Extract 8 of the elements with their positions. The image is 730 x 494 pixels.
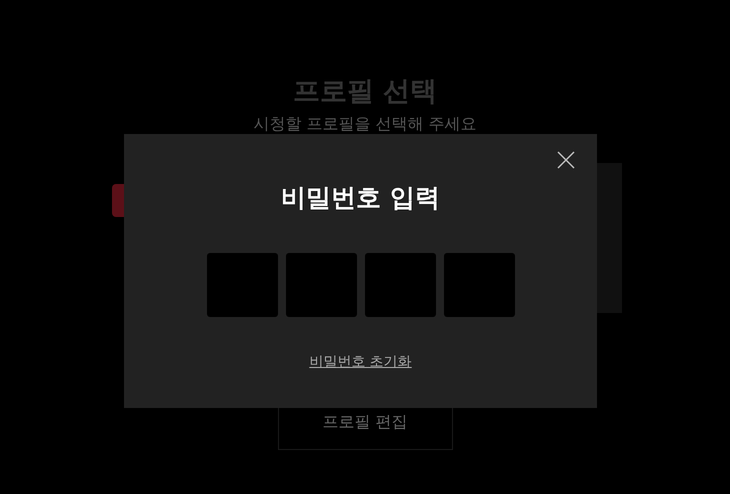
- pin-field[interactable]: [364, 253, 436, 317]
- pin-field[interactable]: [206, 253, 278, 317]
- pin-field[interactable]: [444, 253, 514, 317]
- close-icon[interactable]: [557, 151, 575, 169]
- dialog-title: 비밀번호 입력: [281, 182, 440, 214]
- page-subtitle: 시청할 프로필을 선택해 주세요: [253, 114, 477, 134]
- reset-password-link[interactable]: 비밀번호 초기화: [309, 352, 412, 373]
- pin-field[interactable]: [286, 253, 356, 317]
